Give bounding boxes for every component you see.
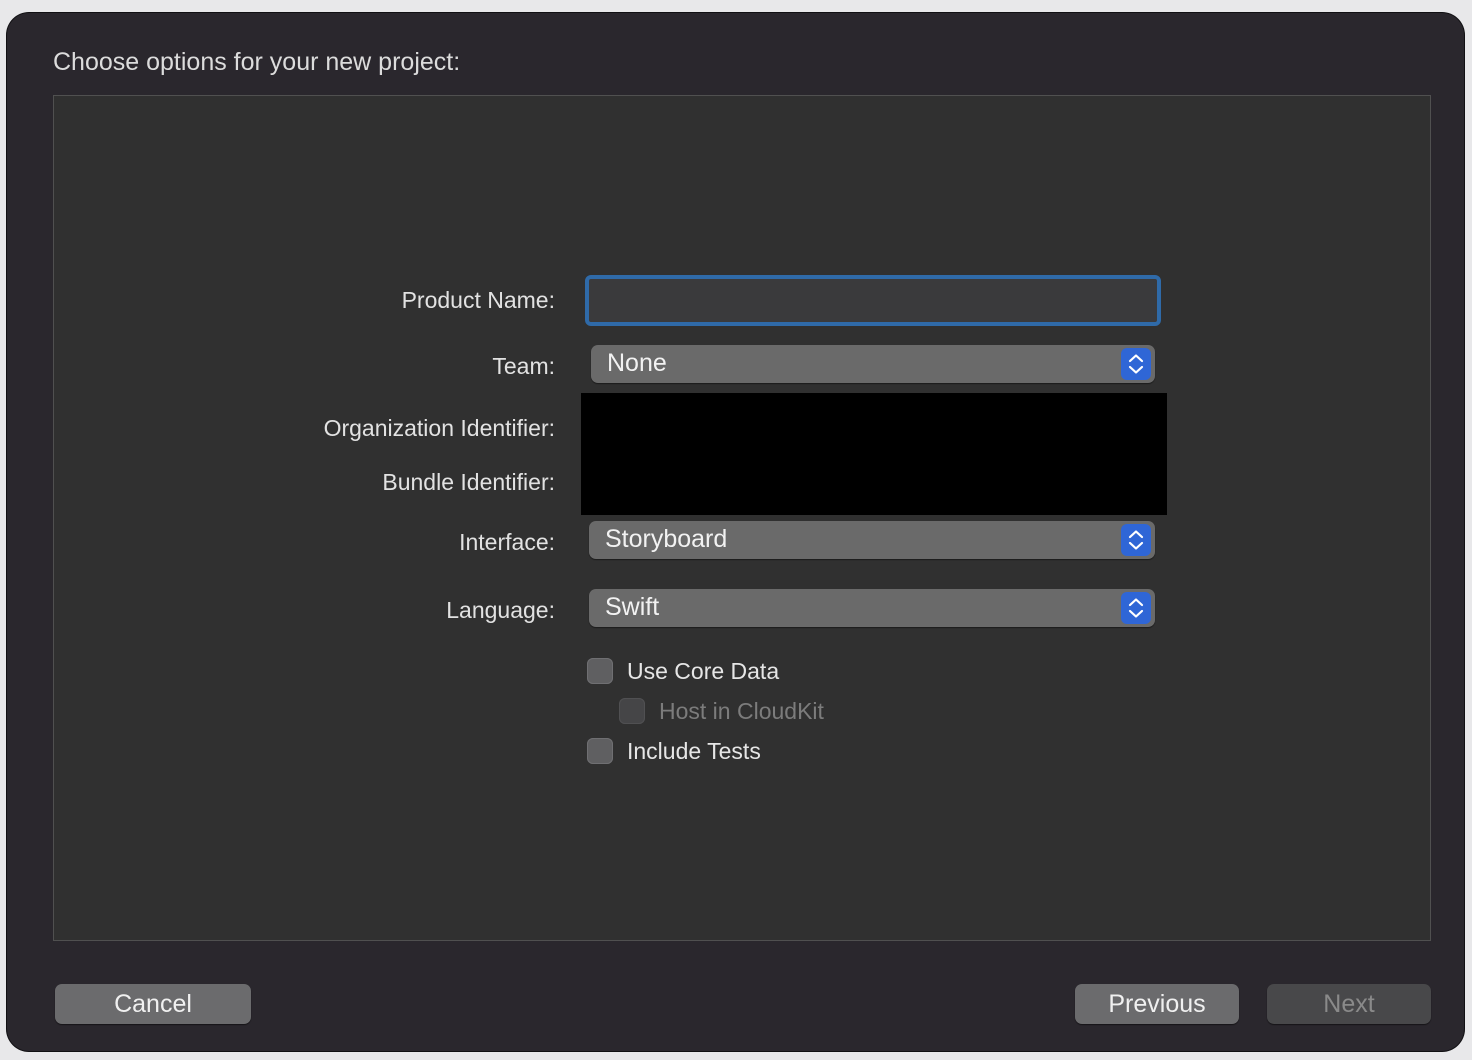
interface-label: Interface:	[459, 529, 555, 555]
team-popup-value: None	[607, 349, 667, 377]
new-project-dialog: Choose options for your new project: Pro…	[7, 13, 1464, 1051]
options-panel	[53, 95, 1431, 941]
redacted-identifier-area	[581, 393, 1167, 515]
use-core-data-label: Use Core Data	[627, 658, 780, 684]
next-button: Next	[1267, 984, 1431, 1024]
host-in-cloudkit-label: Host in CloudKit	[659, 698, 824, 724]
include-tests-checkbox[interactable]	[587, 738, 613, 764]
cancel-button[interactable]: Cancel	[55, 984, 251, 1024]
chevron-up-down-icon	[1121, 592, 1151, 624]
chevron-up-down-icon	[1121, 348, 1151, 380]
dialog-title: Choose options for your new project:	[53, 48, 461, 76]
previous-button[interactable]: Previous	[1075, 984, 1239, 1024]
product-name-label: Product Name:	[401, 287, 555, 313]
use-core-data-option[interactable]: Use Core Data	[587, 656, 779, 686]
host-in-cloudkit-checkbox	[619, 698, 645, 724]
language-popup-value: Swift	[605, 593, 660, 621]
chevron-up-down-icon	[1121, 524, 1151, 556]
include-tests-label: Include Tests	[627, 738, 761, 764]
interface-popup-value: Storyboard	[605, 525, 728, 553]
interface-popup-button[interactable]: Storyboard	[589, 521, 1155, 559]
bundle-identifier-label: Bundle Identifier:	[382, 469, 555, 495]
product-name-input[interactable]	[585, 275, 1161, 326]
language-label: Language:	[446, 597, 555, 623]
host-in-cloudkit-option: Host in CloudKit	[619, 696, 824, 726]
use-core-data-checkbox[interactable]	[587, 658, 613, 684]
include-tests-option[interactable]: Include Tests	[587, 736, 761, 766]
language-popup-button[interactable]: Swift	[589, 589, 1155, 627]
team-label: Team:	[492, 353, 555, 379]
organization-identifier-label: Organization Identifier:	[323, 415, 555, 441]
team-popup-button[interactable]: None	[591, 345, 1155, 383]
